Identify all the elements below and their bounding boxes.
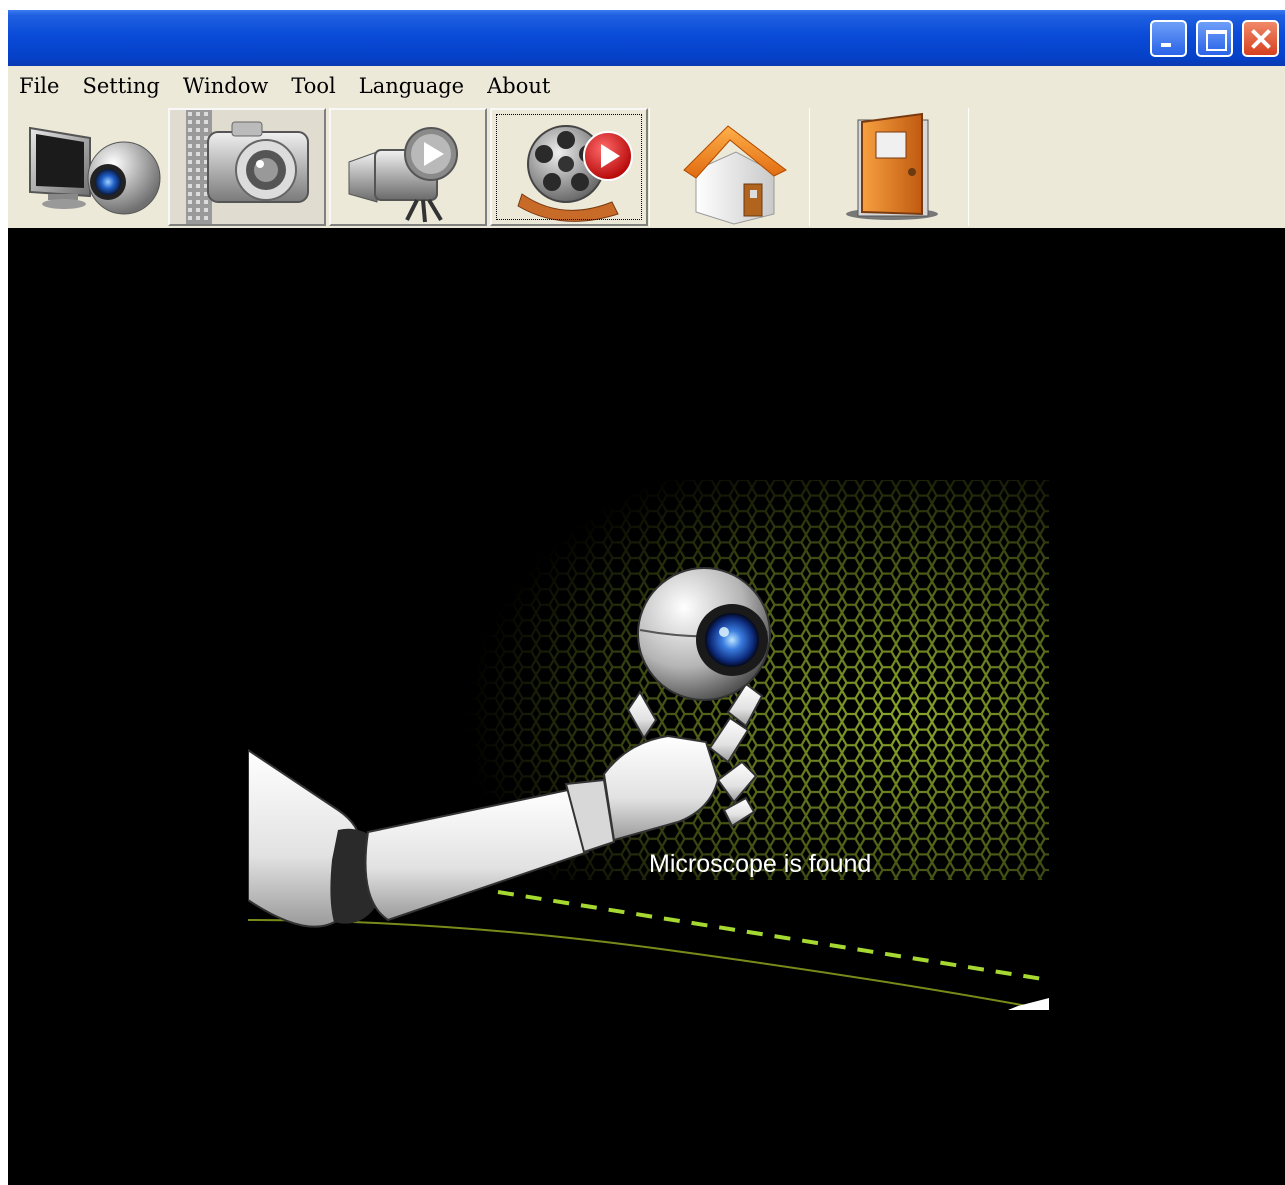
camera-icon [186, 110, 309, 224]
app-window: File Setting Window Tool Language About [8, 10, 1285, 1185]
toolbar-separator [968, 108, 969, 226]
exit-button[interactable] [810, 108, 968, 226]
menu-bar: File Setting Window Tool Language About [8, 66, 1285, 106]
menu-window[interactable]: Window [172, 74, 281, 98]
video-camera-icon [348, 127, 458, 223]
playback-button[interactable] [490, 108, 648, 226]
home-button[interactable] [650, 108, 808, 226]
maximize-button[interactable] [1196, 20, 1233, 57]
snapshot-button[interactable] [168, 108, 326, 226]
toolbar-separator [809, 108, 810, 226]
toolbar [8, 106, 1285, 228]
close-button[interactable] [1242, 20, 1279, 57]
record-button[interactable] [329, 108, 487, 226]
menu-file[interactable]: File [8, 74, 71, 98]
menu-about[interactable]: About [476, 74, 562, 98]
toolbar-separator [649, 108, 650, 226]
splash-image [247, 480, 1050, 1011]
menu-setting[interactable]: Setting [71, 74, 171, 98]
menu-language[interactable]: Language [348, 74, 476, 98]
title-bar[interactable] [8, 10, 1285, 66]
menu-tool[interactable]: Tool [280, 74, 347, 98]
minimize-button[interactable] [1150, 20, 1187, 57]
monitor-camera-icon [29, 126, 161, 215]
microscope-button[interactable] [8, 108, 166, 226]
door-icon [846, 112, 938, 220]
house-icon [683, 125, 787, 225]
robot-arm-illustration [247, 480, 1050, 1011]
status-message: Microscope is found [649, 850, 872, 878]
focus-rectangle [496, 114, 642, 220]
